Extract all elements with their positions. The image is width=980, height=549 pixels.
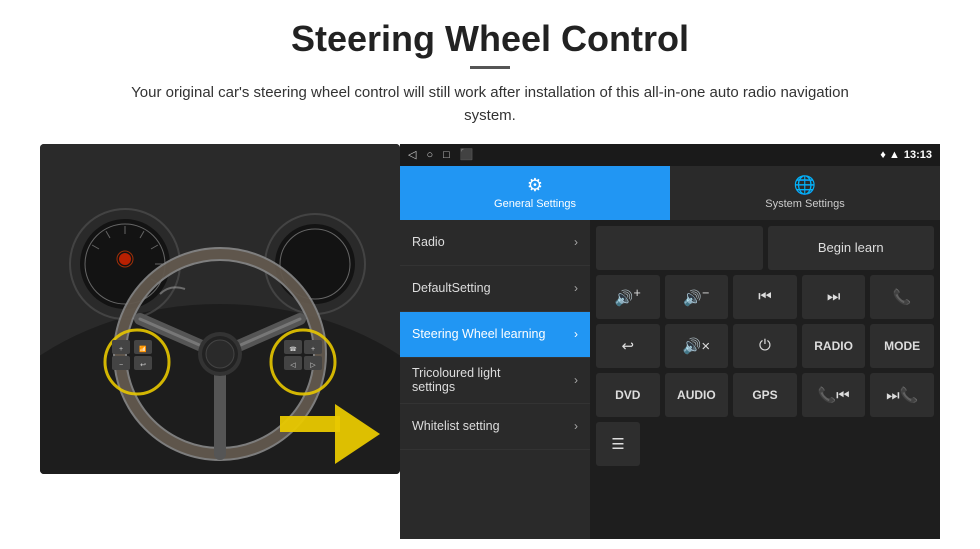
back-icon[interactable]: ◁	[408, 148, 416, 161]
svg-text:−: −	[119, 362, 123, 369]
row2: 🔊+ 🔊− ⏮ ⏭ 📞	[596, 275, 934, 319]
tab-general[interactable]: ⚙ General Settings	[400, 166, 670, 220]
vol-up-icon: 🔊+	[615, 286, 641, 307]
android-panel: ◁ ○ □ ⬛ ♦ ▲ 13:13 ⚙ General Settings 🌐	[400, 144, 940, 540]
mute-button[interactable]: 🔊×	[665, 324, 729, 368]
svg-text:☎: ☎	[289, 346, 297, 353]
android-main: Radio › DefaultSetting › Steering Wheel …	[400, 220, 940, 540]
title-divider	[470, 66, 510, 69]
menu-item-steering[interactable]: Steering Wheel learning ›	[400, 312, 590, 358]
row4: DVD AUDIO GPS 📞⏮ ⏭📞	[596, 373, 934, 417]
page-wrapper: Steering Wheel Control Your original car…	[0, 0, 980, 549]
status-bar-left: ◁ ○ □ ⬛	[408, 148, 473, 161]
next-track-button[interactable]: ⏭	[802, 275, 866, 319]
signal-icon: ♦ ▲	[880, 149, 900, 161]
mute-icon: 🔊×	[683, 337, 710, 355]
next-icon: ⏭	[827, 288, 841, 305]
dvd-label: DVD	[615, 388, 640, 402]
row1: Begin learn	[596, 226, 934, 270]
empty-box	[596, 226, 763, 270]
tab-system-label: System Settings	[765, 198, 844, 210]
radio-button[interactable]: RADIO	[802, 324, 866, 368]
vol-down-icon: 🔊−	[683, 286, 709, 307]
top-tabs: ⚙ General Settings 🌐 System Settings	[400, 166, 940, 220]
power-icon: ⏻	[759, 337, 771, 354]
menu-item-whitelist[interactable]: Whitelist setting ›	[400, 404, 590, 450]
menu-item-radio[interactable]: Radio ›	[400, 220, 590, 266]
menu-item-tricoloured-label: Tricoloured lightsettings	[412, 366, 574, 394]
phone-prev-icon: 📞⏮	[817, 386, 849, 404]
mode-button[interactable]: MODE	[870, 324, 934, 368]
begin-learn-button[interactable]: Begin learn	[768, 226, 935, 270]
status-bar: ◁ ○ □ ⬛ ♦ ▲ 13:13	[400, 144, 940, 166]
prev-icon: ⏮	[758, 288, 772, 305]
recents-icon[interactable]: □	[443, 149, 450, 161]
list-button[interactable]: ☰	[596, 422, 640, 466]
gps-button[interactable]: GPS	[733, 373, 797, 417]
back-call-icon: ↩	[622, 337, 635, 355]
menu-item-whitelist-label: Whitelist setting	[412, 419, 574, 433]
vol-up-button[interactable]: 🔊+	[596, 275, 660, 319]
menu-item-steering-label: Steering Wheel learning	[412, 327, 574, 341]
home-icon[interactable]: ○	[426, 149, 433, 161]
mode-label: MODE	[884, 339, 920, 353]
chevron-icon: ›	[574, 235, 578, 249]
chevron-icon: ›	[574, 281, 578, 295]
clock: 13:13	[904, 149, 932, 161]
row3: ↩ 🔊× ⏻ RADIO MODE	[596, 324, 934, 368]
phone-next-icon: ⏭📞	[886, 386, 918, 404]
screenshot-icon[interactable]: ⬛	[460, 148, 474, 161]
tab-general-label: General Settings	[494, 198, 576, 210]
status-bar-right: ♦ ▲ 13:13	[880, 149, 932, 161]
back-call-button[interactable]: ↩	[596, 324, 660, 368]
prev-track-button[interactable]: ⏮	[733, 275, 797, 319]
menu-item-default[interactable]: DefaultSetting ›	[400, 266, 590, 312]
svg-text:▷: ▷	[310, 362, 316, 369]
svg-text:+: +	[311, 346, 315, 353]
svg-text:📶: 📶	[139, 345, 147, 353]
page-title: Steering Wheel Control	[291, 18, 689, 60]
gear-icon: ⚙	[527, 175, 543, 196]
tab-system[interactable]: 🌐 System Settings	[670, 166, 940, 220]
phone-button[interactable]: 📞	[870, 275, 934, 319]
content-area: + − 📶 ↩ ☎ ◁ + ▷	[40, 144, 940, 540]
menu-item-default-label: DefaultSetting	[412, 281, 574, 295]
menu-item-radio-label: Radio	[412, 235, 574, 249]
right-panel: Begin learn 🔊+ 🔊− ⏮	[590, 220, 940, 540]
svg-text:↩: ↩	[140, 362, 146, 369]
audio-label: AUDIO	[677, 388, 716, 402]
list-icon: ☰	[611, 435, 624, 453]
chevron-icon: ›	[574, 373, 578, 387]
chevron-icon: ›	[574, 327, 578, 341]
car-image: + − 📶 ↩ ☎ ◁ + ▷	[40, 144, 400, 474]
menu-item-tricoloured[interactable]: Tricoloured lightsettings ›	[400, 358, 590, 404]
page-subtitle: Your original car's steering wheel contr…	[110, 81, 870, 128]
row5: ☰	[596, 422, 934, 466]
phone-prev-button[interactable]: 📞⏮	[802, 373, 866, 417]
power-button[interactable]: ⏻	[733, 324, 797, 368]
dvd-button[interactable]: DVD	[596, 373, 660, 417]
phone-next-button[interactable]: ⏭📞	[870, 373, 934, 417]
left-menu: Radio › DefaultSetting › Steering Wheel …	[400, 220, 590, 540]
phone-icon: 📞	[893, 288, 912, 306]
svg-text:◁: ◁	[290, 362, 296, 369]
vol-down-button[interactable]: 🔊−	[665, 275, 729, 319]
gps-label: GPS	[752, 388, 777, 402]
svg-text:+: +	[119, 346, 123, 353]
globe-icon: 🌐	[794, 175, 816, 196]
radio-label: RADIO	[814, 339, 853, 353]
chevron-icon: ›	[574, 419, 578, 433]
audio-button[interactable]: AUDIO	[665, 373, 729, 417]
